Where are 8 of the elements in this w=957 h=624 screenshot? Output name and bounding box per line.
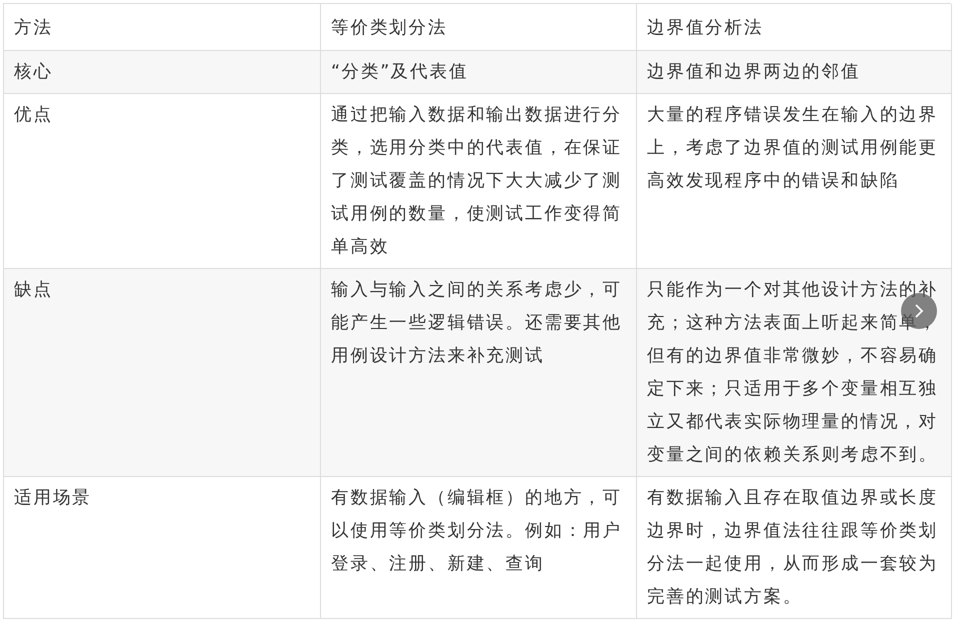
table-cell: 输入与输入之间的关系考虑少，可能产生一些逻辑错误。还需要其他用例设计方法来补充测试 (321, 269, 637, 477)
table-cell: 有数据输入且存在取值边界或长度边界时，边界值法往往跟等价类划分法一起使用，从而形成一套较为完善的测试方案。 (637, 477, 952, 619)
table-cell: 边界值和边界两边的邻值 (637, 51, 952, 94)
table-cell: 适用场景 (4, 477, 321, 619)
table-cell: 核心 (4, 51, 321, 94)
table-cell: “分类”及代表值 (321, 51, 637, 94)
table-cell: 缺点 (4, 269, 321, 477)
table-cell: 有数据输入（编辑框）的地方，可以使用等价类划分法。例如：用户登录、注册、新建、查询 (321, 477, 637, 619)
